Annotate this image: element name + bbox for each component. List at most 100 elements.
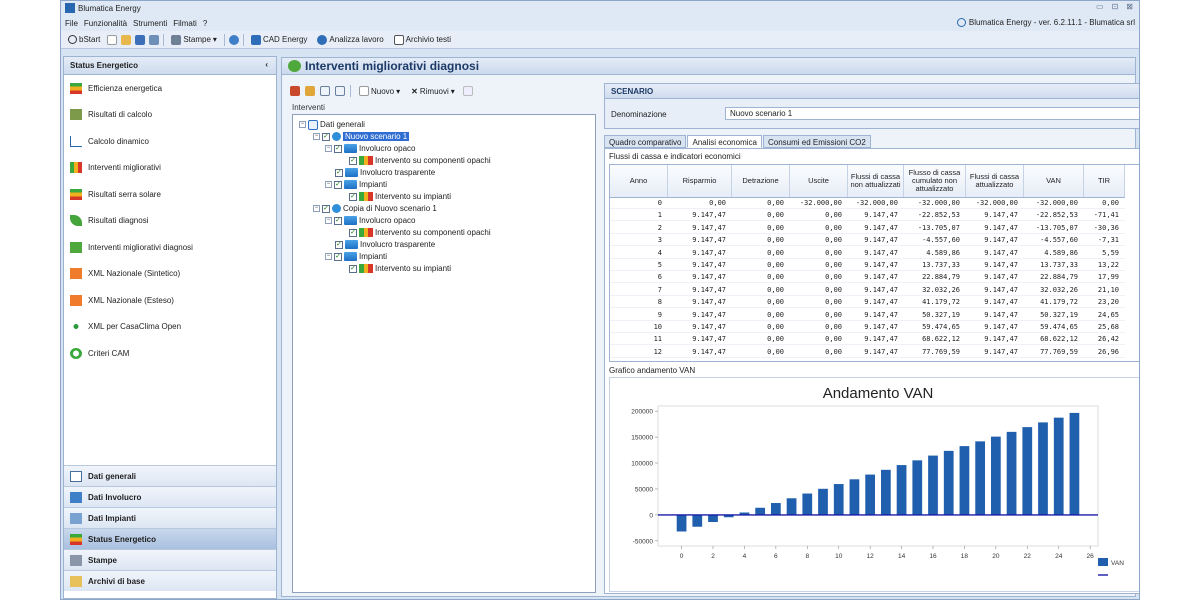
tree-node-impianti[interactable]: − ✓ Impianti [325,251,387,262]
save-icon[interactable] [135,34,146,45]
menu-strumenti[interactable]: Strumenti [133,19,167,28]
stampe-button[interactable]: Stampe ▾ [168,34,220,46]
tree-node-intervento-impianti[interactable]: ✓ Intervento su impianti [349,191,451,202]
table-row[interactable]: 5 9.147,47 0,00 0,00 9.147,47 13.737,33 9.147,… [610,260,1125,272]
table-row[interactable]: 11 9.147,47 0,00 0,00 9.147,47 68.622,12 9.147… [610,334,1125,346]
checkbox[interactable]: ✓ [334,180,342,189]
interventi-tree[interactable]: − Dati generali − ✓ Nuovo scenario 1 − ✓ Invo… [292,114,596,593]
tree-node-dati-generali[interactable]: − Dati generali [299,119,365,130]
tree-node-impianti[interactable]: − ✓ Impianti [325,179,387,190]
tree-node-involucro-opaco[interactable]: − ✓ Involucro opaco [325,143,415,154]
menu-funzionalita[interactable]: Funzionalità [84,19,127,28]
checkbox[interactable]: ✓ [322,132,330,141]
collapse-all-icon[interactable] [335,86,345,96]
sidebar-item-risultati-di-calcolo[interactable]: Risultati di calcolo [64,102,276,129]
copy-icon[interactable] [462,86,473,96]
collapse-node-icon[interactable]: − [299,121,306,128]
sidebar-item-risultati-serra-solare[interactable]: Risultati serra solare [64,181,276,208]
table-row[interactable]: 7 9.147,47 0,00 0,00 9.147,47 32.032,26 9.147,… [610,285,1125,296]
tree-node-intervento-impianti[interactable]: ✓ Intervento su impianti [349,263,451,274]
restore-icon[interactable]: ⊡ [1112,2,1119,11]
expand-all-icon[interactable] [320,86,330,96]
checkbox[interactable]: ✓ [349,264,357,273]
menu-filmati[interactable]: Filmati [173,19,197,28]
bstart-button[interactable]: bStart [65,34,103,45]
table-row[interactable]: 6 9.147,47 0,00 0,00 9.147,47 22.884,79 9.147,… [610,272,1125,284]
tree-node-intervento-opachi[interactable]: ✓ Intervento su componenti opachi [349,155,491,166]
nav-archivi-di-base[interactable]: Archivi di base [64,570,276,591]
table-row[interactable]: 0 0,00 0,00 -32.000,00 -32.000,00 -32.000,00 -… [610,198,1125,210]
table-row[interactable]: 8 9.147,47 0,00 0,00 9.147,47 41.179,72 9.147,… [610,297,1125,309]
cashflow-table[interactable]: Anno Risparmio Detrazione Uscite Flussi di c… [609,164,1139,362]
checkbox[interactable]: ✓ [334,252,342,261]
column-header[interactable]: Detrazione [732,165,790,197]
table-row[interactable]: 4 9.147,47 0,00 0,00 9.147,47 4.589,86 9.147,4… [610,248,1125,259]
column-header[interactable]: Risparmio [668,165,732,197]
tree-tool-icon[interactable] [290,86,300,96]
checkbox[interactable]: ✓ [335,240,343,249]
column-header[interactable]: Uscite [790,165,848,197]
table-row[interactable]: 3 9.147,47 0,00 0,00 9.147,47 -4.557,60 9.147,… [610,235,1125,247]
table-row[interactable]: 2 9.147,47 0,00 0,00 9.147,47 -13.705,07 9.147… [610,223,1125,234]
collapse-node-icon[interactable]: − [313,205,320,212]
checkbox[interactable]: ✓ [335,168,343,177]
nav-dati-involucro[interactable]: Dati Involucro [64,486,276,507]
tab-quadro-comparativo[interactable]: Quadro comparativo [604,135,687,148]
nav-dati-impianti[interactable]: Dati Impianti [64,507,276,528]
nuovo-button[interactable]: Nuovo ▾ [356,85,403,97]
minimize-icon[interactable]: ▭ [1096,2,1104,11]
close-icon[interactable]: ⊠ [1126,2,1133,11]
collapse-node-icon[interactable]: − [313,133,320,140]
sidebar-item-criteri-cam[interactable]: Criteri CAM [64,340,276,367]
sidebar-item-xml-nazionale-esteso-[interactable]: XML Nazionale (Esteso) [64,287,276,314]
checkbox[interactable]: ✓ [349,192,357,201]
collapse-node-icon[interactable]: − [325,217,332,224]
sidebar-item-calcolo-dinamico[interactable]: Calcolo dinamico [64,128,276,155]
tree-node-involucro-trasparente[interactable]: ✓ Involucro trasparente [335,167,435,178]
tree-node-scenario-2[interactable]: − ✓ Copia di Nuovo scenario 1 [313,203,437,214]
table-row[interactable]: 12 9.147,47 0,00 0,00 9.147,47 77.769,59 9.147… [610,347,1125,358]
nav-stampe[interactable]: Stampe [64,549,276,570]
save-as-icon[interactable] [149,34,160,45]
checkbox[interactable]: ✓ [349,228,357,237]
sidebar-item-efficienza-energetica[interactable]: Efficienza energetica [64,75,276,102]
denominazione-input[interactable]: Nuovo scenario 1 [725,107,1139,120]
nav-status-energetico[interactable]: Status Energetico [64,528,276,549]
column-header[interactable]: Flussi di cassa attualizzato [966,165,1024,197]
column-header[interactable]: VAN [1024,165,1084,197]
checkbox[interactable]: ✓ [334,216,342,225]
table-row[interactable]: 9 9.147,47 0,00 0,00 9.147,47 50.327,19 9.147,… [610,310,1125,321]
archivio-testi-button[interactable]: Archivio testi [391,34,454,46]
column-header[interactable]: TIR [1084,165,1125,197]
nav-dati-generali[interactable]: Dati generali [64,465,276,486]
table-row[interactable]: 10 9.147,47 0,00 0,00 9.147,47 59.474,65 9.147… [610,322,1125,334]
collapse-node-icon[interactable]: − [325,145,332,152]
tree-node-intervento-opachi[interactable]: ✓ Intervento su componenti opachi [349,227,491,238]
checkbox[interactable]: ✓ [322,204,330,213]
gear-icon[interactable] [228,34,239,45]
tree-edit-icon[interactable] [305,86,315,96]
sidebar-item-xml-per-casaclima-open[interactable]: XML per CasaClima Open [64,314,276,341]
tab-consumi-ed-emissioni-co2[interactable]: Consumi ed Emissioni CO2 [762,135,871,148]
rimuovi-button[interactable]: ✕ Rimuovi ▾ [408,86,458,97]
collapse-node-icon[interactable]: − [325,253,332,260]
analizza-lavoro-button[interactable]: Analizza lavoro [314,34,386,46]
column-header[interactable]: Flussi di cassa non attualizzati [848,165,904,197]
sidebar-item-interventi-migliorativi[interactable]: Interventi migliorativi [64,155,276,182]
new-file-icon[interactable] [107,34,118,45]
menu-help[interactable]: ? [203,19,207,28]
checkbox[interactable]: ✓ [349,156,357,165]
open-folder-icon[interactable] [121,34,132,45]
collapse-panel-icon[interactable]: ‹ [265,60,268,69]
collapse-node-icon[interactable]: − [325,181,332,188]
sidebar-item-risultati-diagnosi[interactable]: Risultati diagnosi [64,208,276,235]
column-header[interactable]: Flusso di cassa cumulato non attualizzat… [904,165,966,197]
cad-energy-button[interactable]: CAD Energy [248,34,310,46]
tree-node-scenario-1[interactable]: − ✓ Nuovo scenario 1 [313,131,410,142]
tree-node-involucro-trasparente[interactable]: ✓ Involucro trasparente [335,239,435,250]
tab-analisi-economica[interactable]: Analisi economica [687,135,762,148]
column-header[interactable]: Anno [610,165,668,197]
table-row[interactable]: 1 9.147,47 0,00 0,00 9.147,47 -22.852,53 9.147… [610,210,1125,222]
menu-file[interactable]: File [65,19,78,28]
sidebar-item-xml-nazionale-sintetico-[interactable]: XML Nazionale (Sintetico) [64,261,276,288]
